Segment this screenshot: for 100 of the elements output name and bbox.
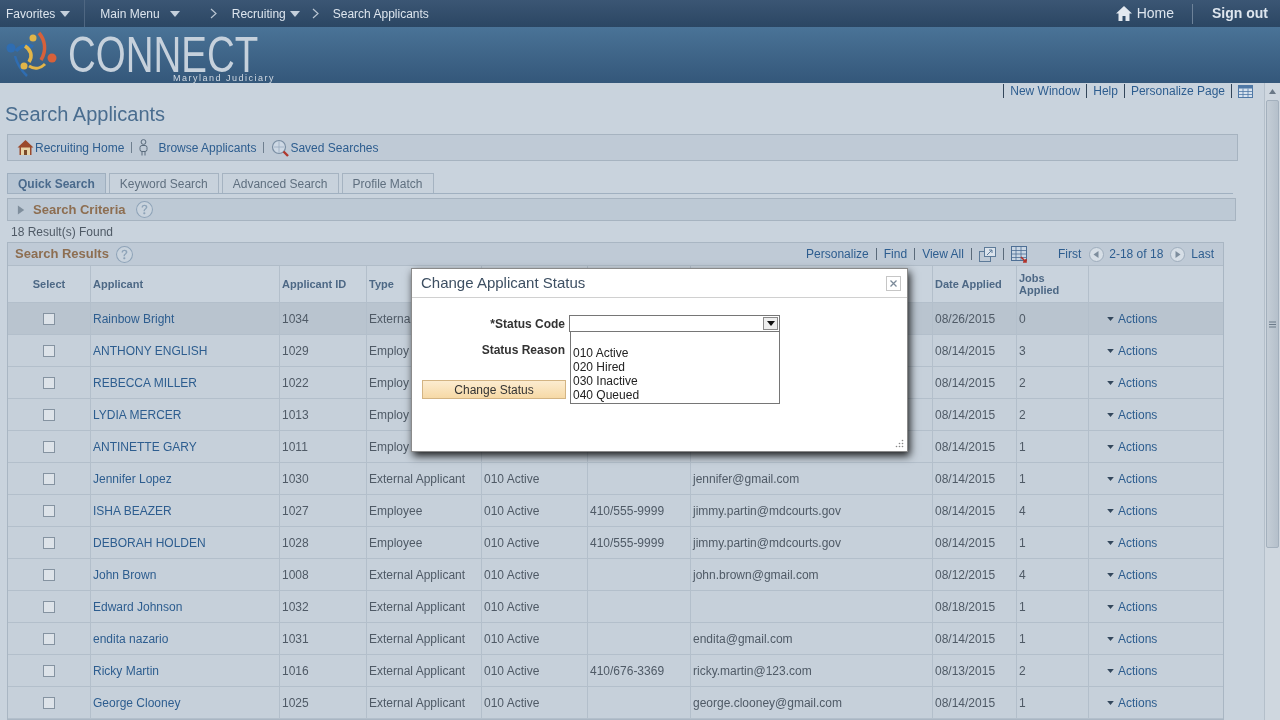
- applicant-type: External Applicant: [369, 662, 466, 680]
- table-row[interactable]: John Brown 1008 External Applicant 010 Active john.brown@gmail.com 08/12/2015 4 Actions: [8, 559, 1223, 591]
- jobs-count: 2: [1019, 374, 1026, 392]
- scroll-up-icon[interactable]: [1269, 89, 1276, 94]
- applicant-link[interactable]: Rainbow Bright: [93, 309, 175, 328]
- tab[interactable]: Keyword Search: [108, 173, 219, 193]
- close-button[interactable]: [886, 275, 901, 291]
- grip-icon: [1269, 320, 1276, 328]
- caret-icon: [1107, 316, 1114, 321]
- actions-link[interactable]: Actions: [1107, 309, 1158, 328]
- table-row[interactable]: Jennifer Lopez 1030 External Applicant 010 Active jennifer@gmail.com 08/14/2015 1 Actions: [8, 463, 1223, 495]
- table-icon[interactable]: [1238, 84, 1253, 98]
- applicant-link[interactable]: Jennifer Lopez: [93, 469, 172, 488]
- tab[interactable]: Profile Match: [341, 173, 434, 193]
- checkbox[interactable]: [43, 504, 55, 517]
- change-status-button[interactable]: Change Status: [422, 380, 566, 399]
- applicant-link[interactable]: DEBORAH HOLDEN: [93, 533, 206, 552]
- menu-button[interactable]: Main Menu: [85, 0, 186, 27]
- applicant-type: Employ: [369, 406, 409, 424]
- checkbox[interactable]: [43, 696, 55, 709]
- expand-triangle-icon[interactable]: [17, 204, 26, 215]
- spreadsheet-icon[interactable]: [1010, 245, 1028, 263]
- dropdown-option[interactable]: 010 Active: [571, 346, 779, 360]
- page-link[interactable]: Help: [1087, 82, 1124, 100]
- dropdown-option[interactable]: 030 Inactive: [571, 374, 779, 388]
- applicant-link[interactable]: Ricky Martin: [93, 661, 159, 680]
- checkbox[interactable]: [43, 408, 55, 421]
- actions-link[interactable]: Actions: [1107, 501, 1158, 520]
- checkbox[interactable]: [43, 376, 55, 389]
- breadcrumb-menu[interactable]: Recruiting: [231, 4, 300, 23]
- scrollbar[interactable]: [1264, 83, 1280, 720]
- applicant-id: 1011: [282, 438, 308, 456]
- caret-icon: [1107, 508, 1114, 513]
- first-link[interactable]: First: [1057, 245, 1082, 263]
- previous-icon[interactable]: [1089, 246, 1105, 262]
- actions-link[interactable]: Actions: [1107, 469, 1158, 488]
- checkbox[interactable]: [43, 344, 55, 357]
- actions-link[interactable]: Actions: [1107, 405, 1158, 424]
- checkbox[interactable]: [43, 600, 55, 613]
- dropdown-option[interactable]: 040 Queued: [571, 388, 779, 402]
- applicant-link[interactable]: LYDIA MERCER: [93, 405, 182, 424]
- page-link[interactable]: New Window: [1004, 82, 1087, 100]
- caret-icon: [1107, 444, 1114, 449]
- checkbox[interactable]: [43, 440, 55, 453]
- table-row[interactable]: endita nazario 1031 External Applicant 010 Active endita@gmail.com 08/14/2015 1 Actions: [8, 623, 1223, 655]
- applicant-link[interactable]: endita nazario: [93, 629, 169, 648]
- last-link[interactable]: Last: [1191, 245, 1214, 263]
- actions-link[interactable]: Actions: [1107, 341, 1158, 360]
- actions-link[interactable]: Actions: [1107, 629, 1158, 648]
- applicant-link[interactable]: ANTINETTE GARY: [93, 437, 197, 456]
- applicant-link[interactable]: ISHA BEAZER: [93, 501, 172, 520]
- page-link[interactable]: Personalize Page: [1124, 82, 1231, 100]
- checkbox[interactable]: [43, 632, 55, 645]
- menu-button[interactable]: Favorites: [0, 0, 85, 27]
- applicant-link[interactable]: REBECCA MILLER: [93, 373, 198, 392]
- applicant-type: Employee: [369, 502, 423, 520]
- checkbox[interactable]: [43, 568, 55, 581]
- grid-tool-link[interactable]: Personalize: [806, 245, 869, 263]
- checkbox[interactable]: [43, 472, 55, 485]
- tab[interactable]: Advanced Search: [221, 173, 339, 193]
- checkbox[interactable]: [43, 536, 55, 549]
- email-address: jennifer@gmail.com: [693, 470, 800, 488]
- checkbox[interactable]: [43, 312, 55, 325]
- checkbox[interactable]: [43, 664, 55, 677]
- applicant-link[interactable]: John Brown: [93, 565, 157, 584]
- grid-tool-link[interactable]: View All: [922, 245, 964, 263]
- status-text: 010 Active: [484, 598, 540, 616]
- table-row[interactable]: Edward Johnson 1032 External Applicant 010 Active 08/18/2015 1 Actions: [8, 591, 1223, 623]
- applicant-link[interactable]: ANTHONY ENGLISH: [93, 341, 208, 360]
- help-icon[interactable]: [115, 245, 133, 263]
- actions-link[interactable]: Actions: [1107, 693, 1158, 712]
- help-icon[interactable]: [135, 201, 153, 218]
- table-row[interactable]: DEBORAH HOLDEN 1028 Employee 010 Active 410/555-9999 jimmy.partin@mdcourts.gov 08/14/2015 1 Actions: [8, 527, 1223, 559]
- home-link[interactable]: Home: [1115, 3, 1174, 24]
- table-row[interactable]: ISHA BEAZER 1027 Employee 010 Active 410/555-9999 jimmy.partin@mdcourts.gov 08/14/2015 4 Actions: [8, 495, 1223, 527]
- scrollbar-thumb[interactable]: [1266, 100, 1279, 548]
- resize-grip-icon[interactable]: [895, 439, 904, 448]
- jobs-count: 3: [1019, 342, 1026, 360]
- next-icon[interactable]: [1170, 246, 1186, 262]
- table-row[interactable]: George Clooney 1025 External Applicant 010 Active george.clooney@gmail.com 08/14/2015 1 Actions: [8, 687, 1223, 719]
- applicant-type: Employ: [369, 438, 409, 456]
- applicant-link[interactable]: Edward Johnson: [93, 597, 183, 616]
- popout-icon[interactable]: [978, 246, 996, 262]
- quick-link[interactable]: Browse Applicants: [139, 138, 257, 157]
- table-row[interactable]: Ricky Martin 1016 External Applicant 010 Active 410/676-3369 ricky.martin@123.com 08/13/2015 2 Actions: [8, 655, 1223, 687]
- actions-link[interactable]: Actions: [1107, 533, 1158, 552]
- search-criteria-bar[interactable]: Search Criteria: [7, 198, 1236, 221]
- sign-out-link[interactable]: Sign out: [1212, 3, 1268, 24]
- tab[interactable]: Quick Search: [7, 173, 106, 193]
- actions-link[interactable]: Actions: [1107, 373, 1158, 392]
- actions-link[interactable]: Actions: [1107, 565, 1158, 584]
- quick-link[interactable]: Saved Searches: [271, 138, 379, 157]
- magnifier-icon: [271, 138, 290, 157]
- grid-tool-link[interactable]: Find: [883, 245, 908, 263]
- actions-link[interactable]: Actions: [1107, 661, 1158, 680]
- quick-link[interactable]: Recruiting Home: [17, 138, 125, 157]
- actions-link[interactable]: Actions: [1107, 597, 1158, 616]
- date-applied: 08/18/2015: [935, 598, 996, 616]
- actions-link[interactable]: Actions: [1107, 437, 1158, 456]
- applicant-link[interactable]: George Clooney: [93, 693, 181, 712]
